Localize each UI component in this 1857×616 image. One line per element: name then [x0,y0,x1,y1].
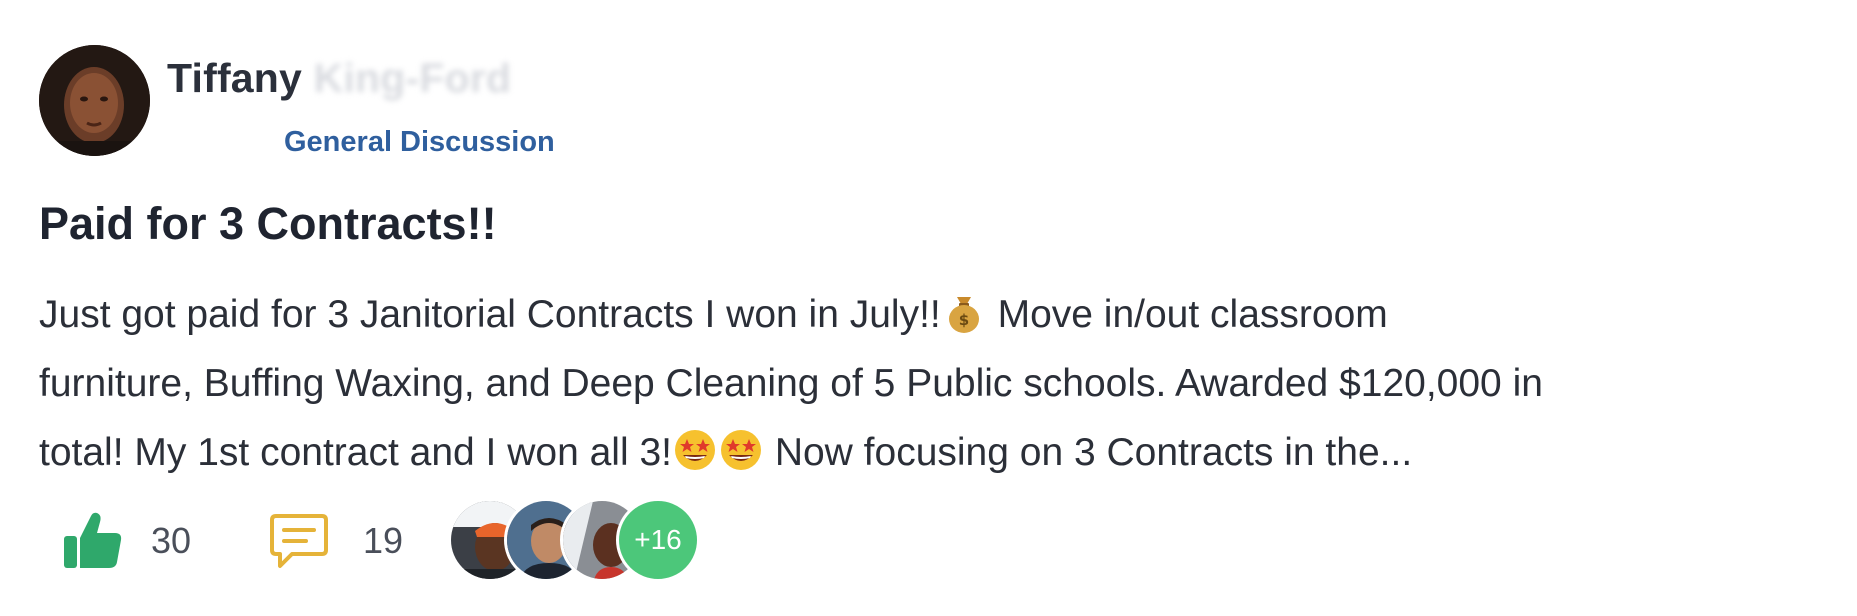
author-name[interactable]: Tiffany King-Ford [167,55,511,102]
post-body-text: total! My 1st contract and I won all 3! [39,431,672,474]
money-bag-emoji-icon: $ [941,289,987,335]
post-body-line-2: furniture, Buffing Waxing, and Deep Clea… [39,362,1543,405]
svg-text:$: $ [959,311,969,329]
star-struck-emoji-icon [672,427,718,473]
post-body-line-1: Just got paid for 3 Janitorial Contracts… [39,280,1819,349]
post-actions-bar: 30 19 +16 [0,490,1857,590]
comment-bubble-icon [270,514,328,568]
category-link[interactable]: General Discussion [284,126,555,159]
author-first-name[interactable]: Tiffany [167,55,302,101]
more-participants-badge[interactable]: +16 [616,498,700,582]
participant-avatars[interactable]: +16 [448,498,708,582]
post-body-text: Move in/out classroom [986,293,1388,336]
author-last-name-obscured: King-Ford [313,55,512,101]
post-body[interactable]: Just got paid for 3 Janitorial Contracts… [39,280,1819,487]
post-body-text: Now focusing on 3 Contracts in the... [763,431,1413,474]
star-struck-emoji-icon [718,427,764,473]
like-button[interactable] [60,508,126,574]
thumbs-up-icon [64,512,122,568]
comment-count: 19 [363,520,404,561]
comment-button[interactable] [268,508,330,574]
community-post-card: Tiffany King-Ford General Discussion Pai… [0,0,1857,616]
like-count: 30 [151,520,192,561]
post-body-line-3: total! My 1st contract and I won all 3! … [39,418,1819,487]
post-title[interactable]: Paid for 3 Contracts!! [39,198,497,250]
post-body-text: Just got paid for 3 Janitorial Contracts… [39,293,941,336]
author-avatar[interactable] [39,45,150,156]
